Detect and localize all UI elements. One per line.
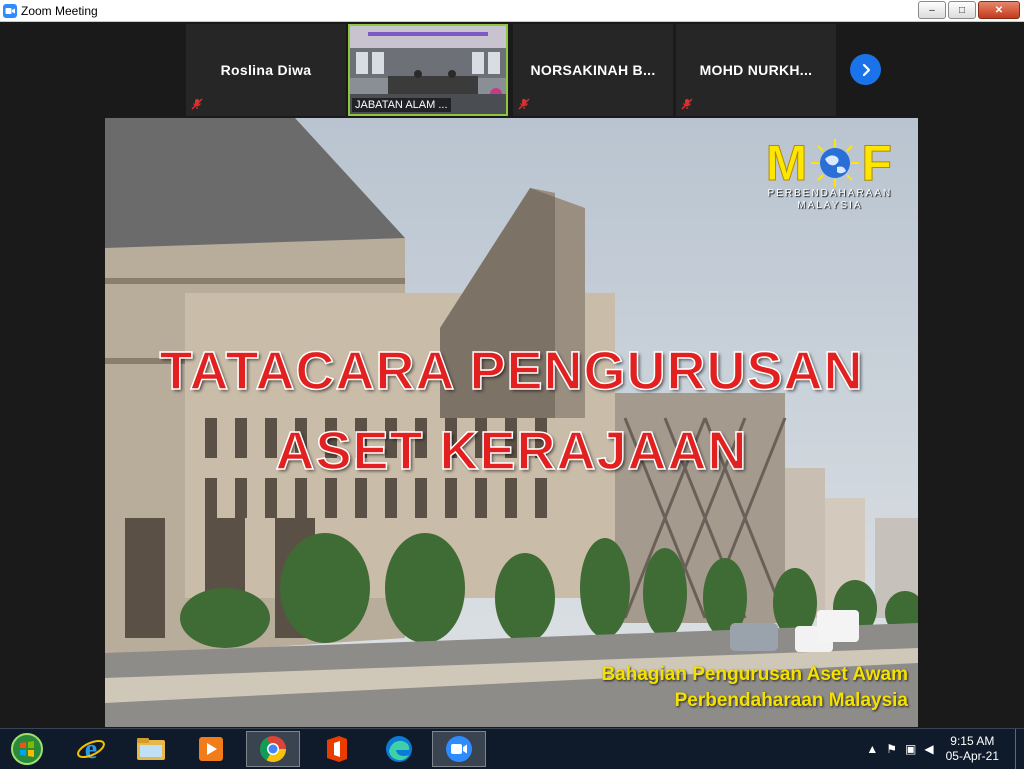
file-explorer-icon	[137, 738, 165, 760]
system-tray: ▲ ⚑ ▣ ◀ 9:15 AM 05-Apr-21	[862, 729, 1024, 769]
svg-text:e: e	[85, 734, 97, 764]
chrome-icon	[259, 736, 287, 763]
slide-subtitle-line1: Bahagian Pengurusan Aset Awam	[601, 664, 908, 685]
participant-name: Roslina Diwa	[220, 62, 312, 78]
start-button[interactable]	[0, 731, 54, 767]
zoom-app-icon	[3, 3, 17, 18]
logo-letter-m: M	[765, 135, 810, 191]
meeting-stage: Roslina Diwa JABATAN ALAM ... NORSAKINAH…	[0, 22, 1024, 728]
slide-title-line2: ASET KERAJAAN	[275, 420, 748, 482]
action-center-flag-icon[interactable]: ⚑	[886, 742, 897, 756]
chevron-right-icon	[862, 63, 870, 76]
participant-tile[interactable]: NORSAKINAH B...	[513, 24, 673, 116]
edge-icon	[386, 736, 412, 762]
maximize-button[interactable]: □	[948, 1, 976, 19]
office-icon	[327, 736, 347, 762]
chrome-button[interactable]	[246, 731, 300, 767]
volume-icon[interactable]: ◀	[924, 742, 933, 756]
participant-video-tile[interactable]: JABATAN ALAM ...	[348, 24, 508, 116]
muted-mic-icon	[681, 98, 693, 110]
window-controls: – □ ✕	[918, 1, 1020, 19]
shared-screen: M F PERBENDAHARAAN MALAYSIA TATACARA PEN…	[105, 118, 918, 727]
mof-logo: M F PERBENDAHARAAN MALAYSIA	[765, 135, 894, 212]
minimize-button[interactable]: –	[918, 1, 946, 19]
close-button[interactable]: ✕	[978, 1, 1020, 19]
participant-name: NORSAKINAH B...	[530, 62, 656, 78]
globe-icon	[811, 139, 860, 187]
zoom-icon	[446, 736, 472, 762]
edge-button[interactable]	[372, 731, 426, 767]
participant-tile[interactable]: MOHD NURKH...	[676, 24, 836, 116]
internet-explorer-icon: e	[77, 734, 105, 764]
network-icon[interactable]: ▣	[905, 742, 916, 756]
participant-tile[interactable]: Roslina Diwa	[186, 24, 346, 116]
start-orb-icon	[11, 733, 43, 765]
next-participants-button[interactable]	[850, 54, 881, 85]
participant-name: MOHD NURKH...	[699, 62, 813, 78]
window-titlebar: Zoom Meeting – □ ✕	[0, 0, 1024, 22]
show-desktop-button[interactable]	[1015, 729, 1024, 769]
taskbar-clock[interactable]: 9:15 AM 05-Apr-21	[946, 734, 999, 764]
clock-date: 05-Apr-21	[945, 749, 999, 763]
logo-org-line1: PERBENDAHARAAN	[767, 188, 893, 199]
muted-mic-icon	[518, 98, 530, 110]
participant-name: JABATAN ALAM ...	[352, 98, 451, 112]
show-hidden-icons-icon[interactable]: ▲	[866, 742, 878, 756]
zoom-button[interactable]	[432, 731, 486, 767]
muted-mic-icon	[191, 98, 203, 110]
logo-org-line2: MALAYSIA	[797, 200, 863, 211]
internet-explorer-button[interactable]: e	[64, 731, 118, 767]
slide-subtitle-line2: Perbendaharaan Malaysia	[674, 690, 908, 711]
window-title: Zoom Meeting	[21, 3, 98, 18]
file-explorer-button[interactable]	[124, 731, 178, 767]
slide-title-line1: TATACARA PENGURUSAN	[159, 340, 864, 402]
media-player-button[interactable]	[184, 731, 238, 767]
clock-time: 9:15 AM	[950, 734, 995, 748]
media-player-icon	[199, 737, 223, 761]
office-button[interactable]	[310, 731, 364, 767]
logo-letter-f: F	[861, 135, 894, 191]
windows-taskbar: e ▲ ⚑ ▣ ◀ 9:15 AM 05-Apr-21	[0, 728, 1024, 769]
